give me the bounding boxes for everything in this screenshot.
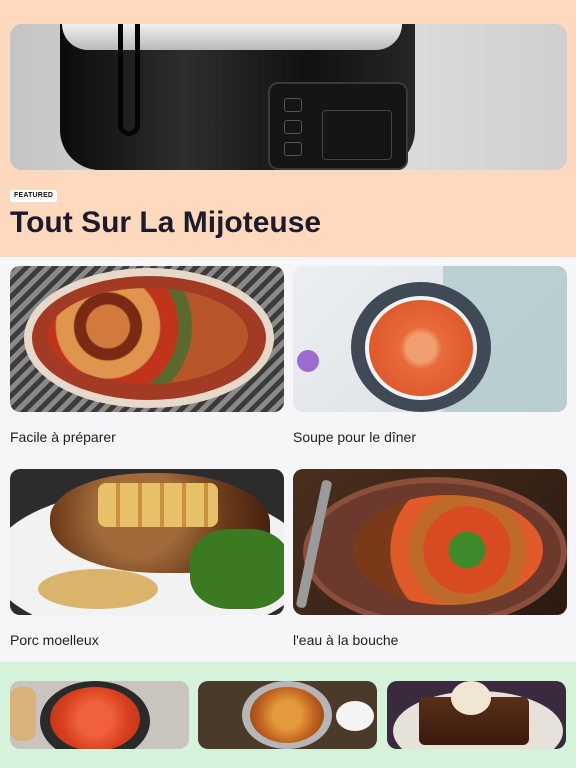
ice-cream-scoop (451, 681, 491, 715)
recipe-image-pork[interactable] (10, 469, 284, 615)
panel-button (284, 142, 302, 156)
casserole-food (48, 288, 248, 384)
vegetable-stew (250, 687, 324, 743)
slow-cooker-handle (118, 24, 140, 136)
featured-image[interactable] (10, 24, 567, 170)
panel-button (284, 98, 302, 112)
recipe-image-casserole[interactable] (10, 266, 284, 412)
more-recipe-thumb-brownie[interactable] (387, 681, 566, 749)
recipe-label[interactable]: Facile à préparer (10, 429, 116, 445)
potatoes (38, 569, 158, 609)
broccolini (190, 529, 284, 609)
recipe-label[interactable]: l'eau à la bouche (293, 632, 398, 648)
flower-decoration (297, 350, 319, 372)
panel-display (322, 110, 392, 160)
featured-section: FEATURED Tout Sur La Mijoteuse (0, 0, 576, 257)
recipe-label[interactable]: Soupe pour le dîner (293, 429, 416, 445)
panel-button (284, 120, 302, 134)
recipe-label[interactable]: Porc moelleux (10, 632, 99, 648)
stew-food (353, 495, 543, 605)
ginger (10, 687, 36, 741)
tomato-soup (365, 296, 477, 400)
apple-topping (98, 483, 218, 527)
recipe-image-stew[interactable] (293, 469, 567, 615)
more-recipe-thumb-stew[interactable] (198, 681, 377, 749)
more-recipe-thumb-tomatoes[interactable] (10, 681, 189, 749)
page-title: Tout Sur La Mijoteuse (10, 206, 322, 239)
slow-cooker-lid (62, 24, 402, 50)
spoon (336, 701, 374, 731)
slow-cooker-control-panel (268, 82, 408, 170)
featured-badge: FEATURED (10, 190, 58, 202)
recipe-image-soup[interactable] (293, 266, 567, 412)
tomatoes (50, 687, 140, 749)
